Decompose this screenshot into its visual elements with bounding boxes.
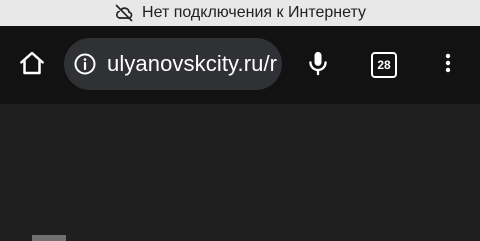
page-element-edge [32, 235, 66, 241]
microphone-icon [304, 49, 332, 82]
info-icon[interactable] [73, 52, 97, 76]
menu-button[interactable] [423, 40, 473, 90]
tab-switcher-button[interactable]: 28 [359, 40, 409, 90]
more-vert-icon [436, 51, 460, 80]
tab-count: 28 [371, 52, 397, 78]
page-content [0, 104, 480, 241]
browser-toolbar: ulyanovskcity.ru/r 28 [0, 26, 480, 104]
home-button[interactable] [7, 40, 57, 90]
url-text[interactable]: ulyanovskcity.ru/r [107, 51, 277, 77]
voice-search-button[interactable] [293, 40, 343, 90]
home-icon [17, 48, 47, 83]
cloud-off-icon [114, 3, 134, 23]
address-bar[interactable]: ulyanovskcity.ru/r [64, 38, 282, 90]
offline-message: Нет подключения к Интернету [142, 4, 366, 21]
offline-status-bar: Нет подключения к Интернету [0, 0, 480, 26]
